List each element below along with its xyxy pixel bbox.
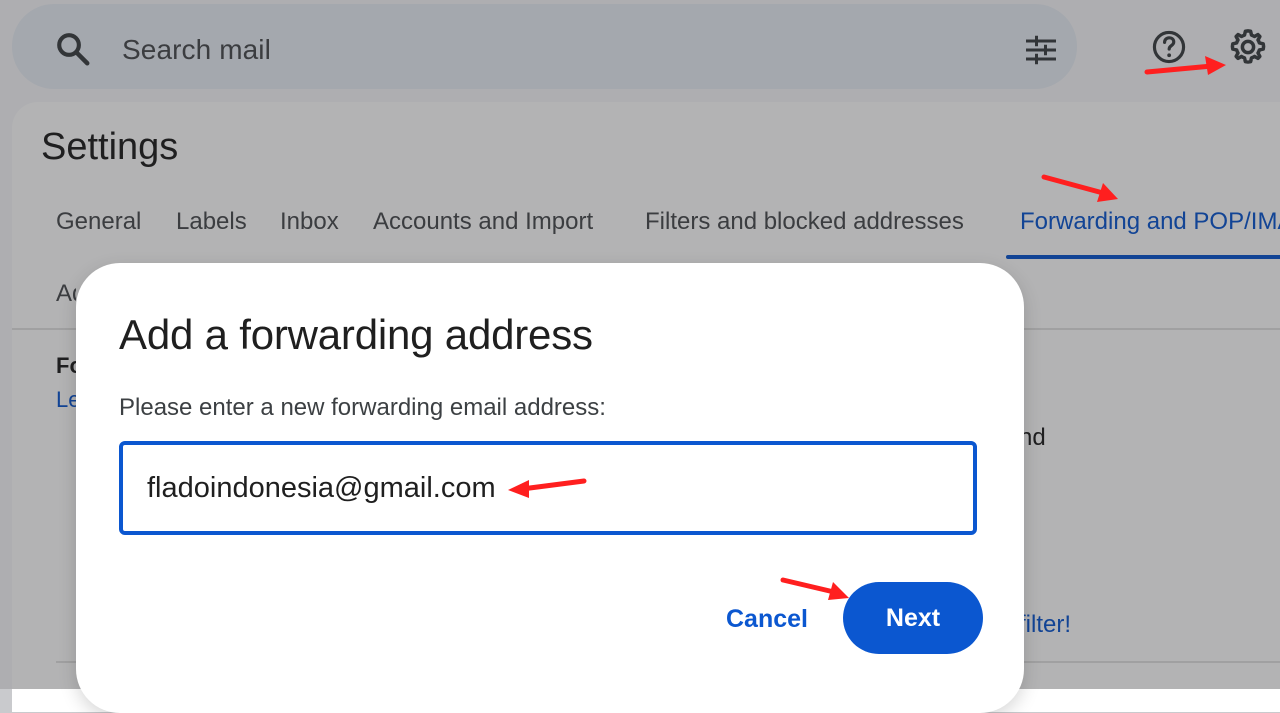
tab-accounts-and-import[interactable]: Accounts and Import	[373, 205, 593, 239]
search-placeholder[interactable]: Search mail	[122, 33, 271, 67]
search-icon[interactable]	[54, 30, 92, 68]
active-tab-indicator	[1006, 255, 1280, 259]
tab-general[interactable]: General	[56, 205, 141, 239]
gear-icon[interactable]	[1227, 26, 1269, 68]
background-link-fragment[interactable]: filter!	[1019, 610, 1071, 640]
tab-inbox[interactable]: Inbox	[280, 205, 339, 239]
search-bar[interactable]: Search mail	[12, 4, 1077, 89]
help-icon[interactable]	[1150, 28, 1188, 66]
page-title: Settings	[41, 126, 179, 168]
tab-filters-and-blocked-addresses[interactable]: Filters and blocked addresses	[645, 205, 964, 239]
forwarding-email-label: Please enter a new forwarding email addr…	[119, 394, 606, 421]
cancel-button[interactable]: Cancel	[708, 583, 826, 655]
tab-row-2-fragment[interactable]: Ad	[56, 278, 76, 310]
forwarding-email-input[interactable]	[119, 441, 977, 535]
next-button[interactable]: Next	[843, 582, 983, 654]
dialog-title: Add a forwarding address	[119, 311, 593, 358]
tab-forwarding-and-pop-imap[interactable]: Forwarding and POP/IMAP	[1020, 205, 1280, 239]
section-heading-fragment: Fo	[56, 353, 76, 378]
tab-labels[interactable]: Labels	[176, 205, 247, 239]
add-forwarding-address-dialog: Add a forwarding address Please enter a …	[76, 263, 1024, 713]
tune-icon[interactable]	[1020, 32, 1062, 68]
section-link-fragment[interactable]: Le	[56, 386, 76, 414]
